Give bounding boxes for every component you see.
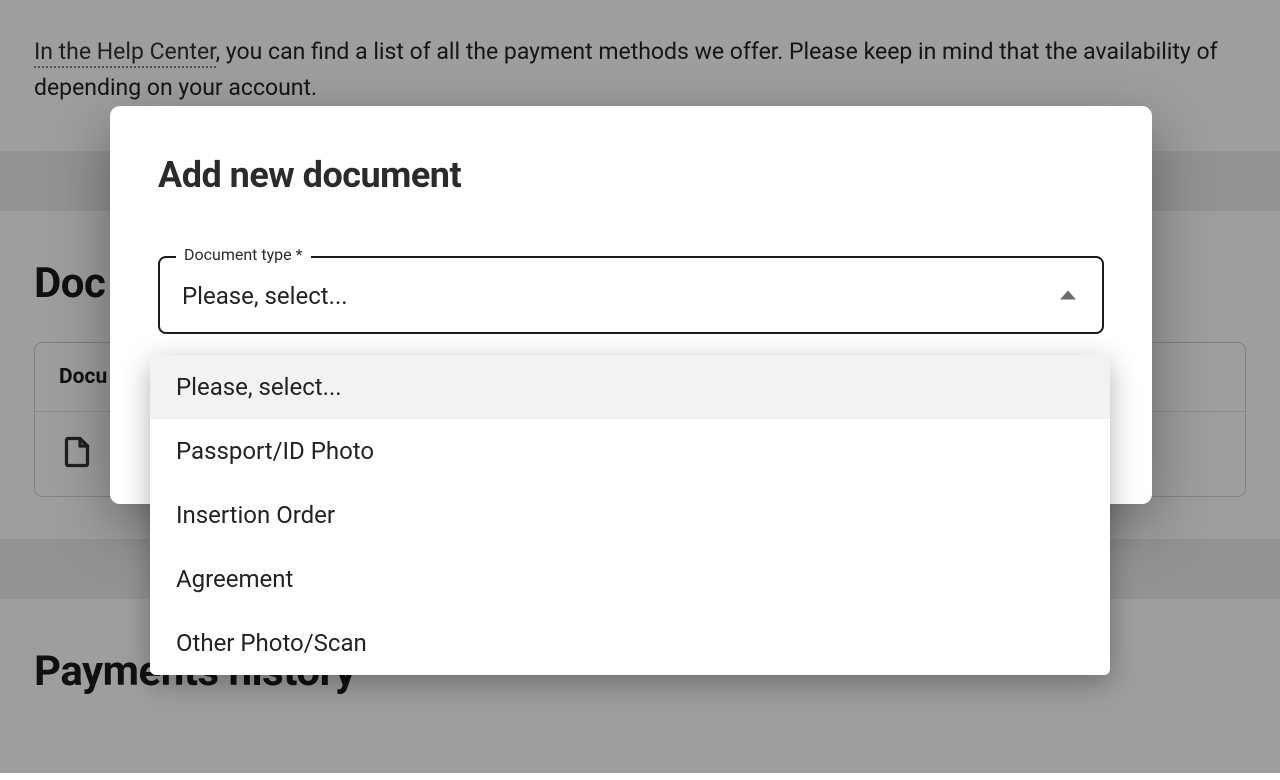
- dropdown-option-please-select[interactable]: Please, select...: [150, 355, 1110, 419]
- chevron-up-icon: [1060, 291, 1076, 300]
- dropdown-option-agreement[interactable]: Agreement: [150, 547, 1110, 611]
- document-type-select[interactable]: Please, select...: [158, 256, 1104, 334]
- document-type-select-value: Please, select...: [182, 282, 348, 310]
- dropdown-option-passport-id-photo[interactable]: Passport/ID Photo: [150, 419, 1110, 483]
- dropdown-option-insertion-order[interactable]: Insertion Order: [150, 483, 1110, 547]
- document-type-label: Document type *: [176, 245, 311, 264]
- document-type-dropdown: Please, select... Passport/ID Photo Inse…: [150, 355, 1110, 675]
- dropdown-option-other-photo-scan[interactable]: Other Photo/Scan: [150, 611, 1110, 675]
- modal-title: Add new document: [158, 154, 1104, 196]
- document-type-field: Document type * Please, select...: [158, 256, 1104, 334]
